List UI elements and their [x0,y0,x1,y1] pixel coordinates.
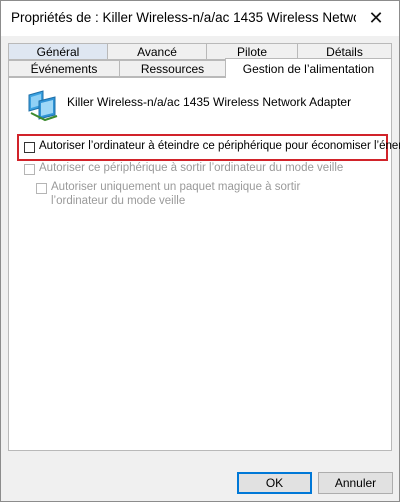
tab-events[interactable]: Événements [8,60,120,77]
magic-packet-label-line2: l’ordinateur du mode veille [51,195,186,207]
ok-label: OK [265,476,284,490]
tab-label: Pilote [236,44,268,59]
close-button[interactable]: ✕ [353,1,399,36]
allow-wake-label: Autoriser ce périphérique à sortir l’ord… [39,162,344,174]
tab-label: Ressources [140,61,205,76]
ok-button[interactable]: OK [237,472,312,494]
tab-label: Général [36,44,80,59]
allow-wake-checkbox[interactable] [24,164,35,175]
properties-dialog: Propriétés de : Killer Wireless-n/a/ac 1… [0,0,400,502]
cancel-label: Annuler [334,476,377,490]
network-adapter-icon [28,90,58,122]
tab-label: Détails [326,44,363,59]
window-title: Propriétés de : Killer Wireless-n/a/ac 1… [11,10,356,25]
close-icon: ✕ [368,8,384,28]
device-name: Killer Wireless-n/a/ac 1435 Wireless Net… [67,95,352,109]
title-bar: Propriétés de : Killer Wireless-n/a/ac 1… [1,1,399,36]
allow-turn-off-label: Autoriser l’ordinateur à éteindre ce pér… [39,140,400,152]
tab-power-management[interactable]: Gestion de l’alimentation [225,58,392,78]
cancel-button[interactable]: Annuler [318,472,393,494]
tab-general[interactable]: Général [8,43,108,60]
tab-label: Événements [30,61,98,76]
tab-advanced[interactable]: Avancé [107,43,207,60]
magic-packet-label-line1: Autoriser uniquement un paquet magique à… [51,181,301,193]
tab-label: Avancé [137,44,177,59]
tab-resources[interactable]: Ressources [119,60,226,77]
magic-packet-checkbox[interactable] [36,183,47,194]
tab-label: Gestion de l’alimentation [242,61,375,76]
allow-turn-off-checkbox[interactable] [24,142,35,153]
